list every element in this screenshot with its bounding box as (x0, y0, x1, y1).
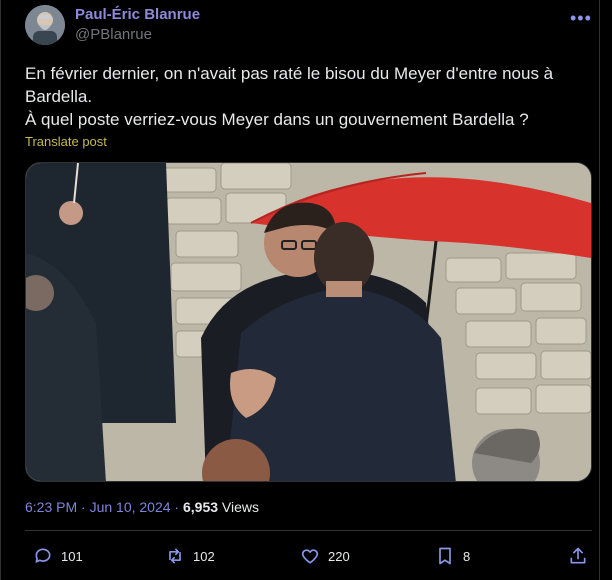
reply-icon (35, 548, 51, 563)
translate-link[interactable]: Translate post (25, 134, 107, 149)
bookmark-count: 8 (463, 548, 471, 564)
like-icon (301, 549, 319, 564)
reply-button[interactable]: 101 (33, 546, 83, 566)
author-name[interactable]: Paul-Éric Blanrue (75, 6, 200, 23)
views-count: 6,953 (182, 499, 219, 515)
reply-count: 101 (61, 548, 83, 564)
repost-button[interactable]: 102 (165, 546, 215, 566)
share-icon (570, 547, 586, 564)
action-bar: 101 102 220 8 (25, 546, 592, 570)
bookmark-button[interactable]: 8 (435, 546, 470, 566)
views-label: Views (218, 499, 260, 515)
author-handle[interactable]: @PBlanrue (75, 26, 152, 43)
repost-icon (169, 548, 181, 564)
avatar-photo (25, 5, 65, 45)
tweet-card: Paul-Éric Blanrue @PBlanrue ••• En févri… (0, 0, 600, 580)
like-button[interactable]: 220 (300, 546, 350, 566)
tweet-image[interactable] (25, 162, 592, 482)
timestamp[interactable]: 6:23 PM · Jun 10, 2024 · (25, 499, 183, 515)
more-icon[interactable]: ••• (570, 8, 592, 29)
repost-count: 102 (193, 548, 215, 564)
photo-illustration (26, 163, 591, 481)
like-count: 220 (328, 548, 350, 564)
tweet-meta: 6:23 PM · Jun 10, 2024 · 6,953 Views (25, 499, 259, 515)
tweet-text-line2: À quel poste verriez-vous Meyer dans un … (25, 110, 529, 129)
tweet-text-line1: En février dernier, on n'avait pas raté … (25, 64, 558, 106)
tweet-text: En février dernier, on n'avait pas raté … (25, 62, 577, 131)
avatar[interactable] (25, 5, 65, 45)
divider (25, 530, 592, 531)
bookmark-icon (439, 547, 451, 565)
share-button[interactable] (568, 546, 588, 566)
